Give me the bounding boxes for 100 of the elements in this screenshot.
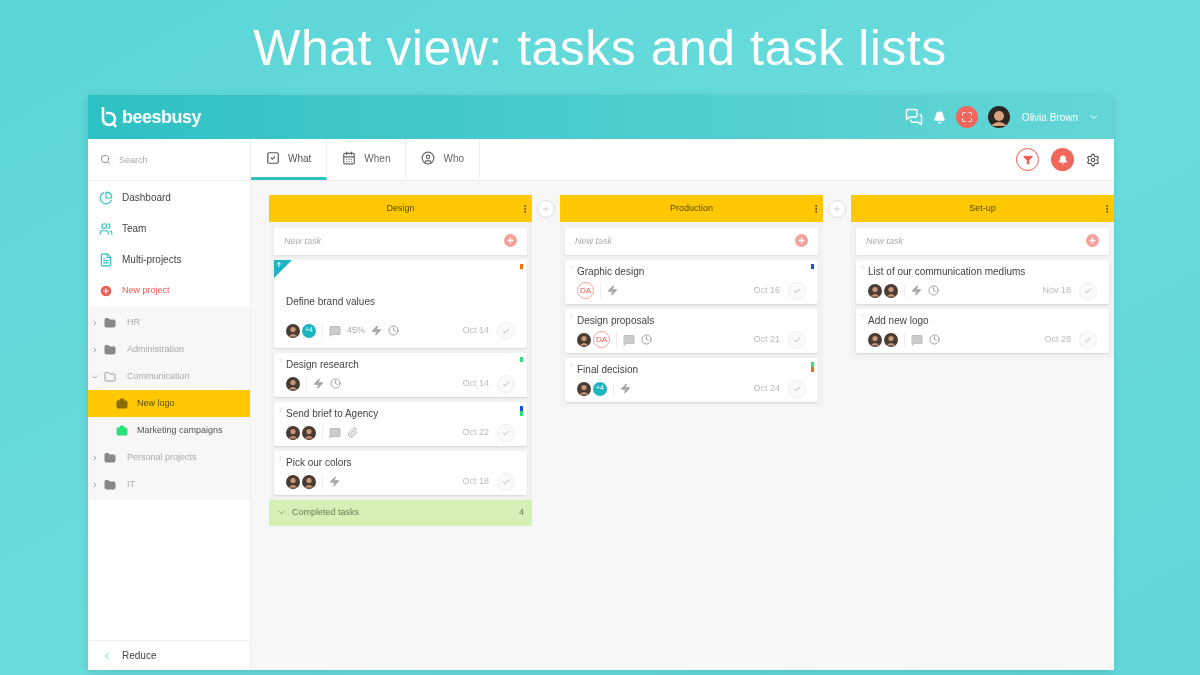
task-card[interactable]: Design proposals DA Oct 21 — [565, 308, 818, 353]
due-date: Oct 22 — [462, 425, 489, 439]
complete-button[interactable] — [1079, 330, 1097, 349]
comment-icon — [623, 333, 635, 346]
new-task-field[interactable]: New task — [565, 227, 818, 255]
task-title: Pick our colors — [286, 456, 353, 469]
comment-icon — [911, 333, 923, 346]
fullscreen-icon — [960, 111, 973, 123]
folder-icon — [104, 451, 116, 464]
task-card[interactable]: Add new logo Oct 28 — [856, 308, 1109, 353]
clock-icon — [641, 334, 652, 345]
plus-icon — [541, 204, 551, 214]
bolt-icon — [371, 325, 382, 336]
chevron-icon — [277, 508, 286, 517]
avatar-icon — [302, 425, 316, 440]
new-task-field[interactable]: New task — [856, 227, 1109, 255]
avatar-icon — [868, 283, 882, 298]
avatar-icon — [884, 283, 898, 298]
chevron-left-icon — [102, 650, 112, 661]
avatar-icon — [286, 323, 300, 338]
fullscreen-button[interactable] — [955, 106, 978, 128]
due-date: Oct 24 — [753, 381, 780, 395]
bolt-icon — [620, 383, 631, 394]
complete-button[interactable] — [497, 423, 515, 442]
sidebar-item[interactable]: Team — [88, 213, 250, 244]
task-card[interactable]: Pick our colors Oct 18 — [274, 450, 527, 495]
view-tab[interactable]: Who — [406, 139, 481, 180]
plus-icon — [832, 204, 842, 214]
complete-button[interactable] — [497, 374, 515, 393]
list-title: Set-up — [969, 201, 996, 215]
comment-icon — [329, 426, 341, 439]
task-card[interactable]: Send brief to Agency Oct 22 — [274, 401, 527, 446]
task-title: Final decision — [577, 363, 640, 376]
due-date: Oct 16 — [753, 283, 780, 297]
add-icon — [99, 283, 113, 298]
complete-button[interactable] — [497, 472, 515, 491]
project-item[interactable]: New logo — [88, 390, 250, 417]
sidebar-item[interactable]: New project — [88, 275, 250, 306]
complete-button[interactable] — [788, 330, 806, 349]
view-tab[interactable]: What — [251, 139, 328, 180]
check-icon — [793, 286, 801, 295]
pie-chart-icon — [99, 190, 113, 205]
sidebar-item[interactable]: Multi-projects — [88, 244, 250, 275]
add-icon[interactable] — [1086, 234, 1099, 247]
task-title: List of our communication mediums — [868, 265, 1027, 278]
task-card[interactable]: List of our communication mediums Nov 18 — [856, 259, 1109, 304]
new-task-field[interactable]: New task — [274, 227, 527, 255]
check-icon — [793, 335, 801, 344]
check-icon — [1084, 286, 1092, 295]
check-icon — [793, 384, 801, 393]
alerts-button[interactable] — [1051, 148, 1074, 171]
task-card[interactable]: Graphic design DA Oct 16 — [565, 259, 818, 304]
filter-icon — [1022, 154, 1033, 165]
bolt-icon — [329, 476, 340, 487]
project-item[interactable]: Marketing campaigns — [88, 417, 250, 444]
logo-text: beesbusy — [122, 105, 202, 129]
task-card[interactable]: Design research Oct 14 — [274, 352, 527, 397]
avatar-icon — [868, 332, 882, 347]
paperclip-icon — [347, 427, 358, 438]
headline: What view: tasks and task lists — [253, 22, 947, 73]
complete-button[interactable] — [788, 379, 806, 398]
add-list-button[interactable] — [828, 200, 846, 218]
due-date: Oct 21 — [753, 332, 780, 346]
document-icon — [99, 252, 113, 267]
reduce-button[interactable]: Reduce — [88, 640, 250, 670]
avatar-icon — [577, 332, 591, 347]
add-list-button[interactable] — [537, 200, 555, 218]
notifications-icon[interactable] — [932, 110, 946, 124]
settings-icon[interactable] — [1086, 152, 1100, 167]
bolt-icon — [911, 285, 922, 296]
task-title: Design research — [286, 358, 360, 371]
task-title: Design proposals — [577, 314, 656, 327]
avatar-icon — [302, 474, 316, 489]
completed-tasks-bar[interactable]: Completed tasks 4 — [269, 499, 532, 526]
chat-icon[interactable] — [904, 108, 923, 126]
folder-icon — [104, 316, 116, 329]
sidebar-item[interactable]: Dashboard — [88, 182, 250, 213]
user-icon — [421, 151, 436, 165]
add-icon[interactable] — [504, 234, 517, 247]
folder-icon — [104, 478, 116, 491]
complete-button[interactable] — [788, 281, 806, 300]
add-icon[interactable] — [795, 234, 808, 247]
due-date: Nov 18 — [1042, 283, 1071, 297]
folder-icon — [104, 370, 116, 383]
complete-button[interactable] — [497, 321, 515, 340]
check-icon — [502, 326, 510, 335]
search-icon — [100, 154, 111, 165]
progress-text: 45% — [347, 323, 365, 337]
search-field[interactable]: Search — [118, 149, 238, 170]
due-date: Oct 14 — [462, 376, 489, 390]
view-tab[interactable]: When — [327, 139, 407, 180]
due-date: Oct 14 — [462, 323, 489, 337]
bolt-icon — [607, 285, 618, 296]
clock-icon — [388, 325, 399, 336]
calendar-icon — [342, 151, 357, 165]
avatar-icon — [286, 425, 300, 440]
due-date: Oct 18 — [462, 474, 489, 488]
complete-button[interactable] — [1079, 281, 1097, 300]
clock-icon — [928, 285, 939, 296]
user-avatar[interactable] — [987, 106, 1010, 128]
